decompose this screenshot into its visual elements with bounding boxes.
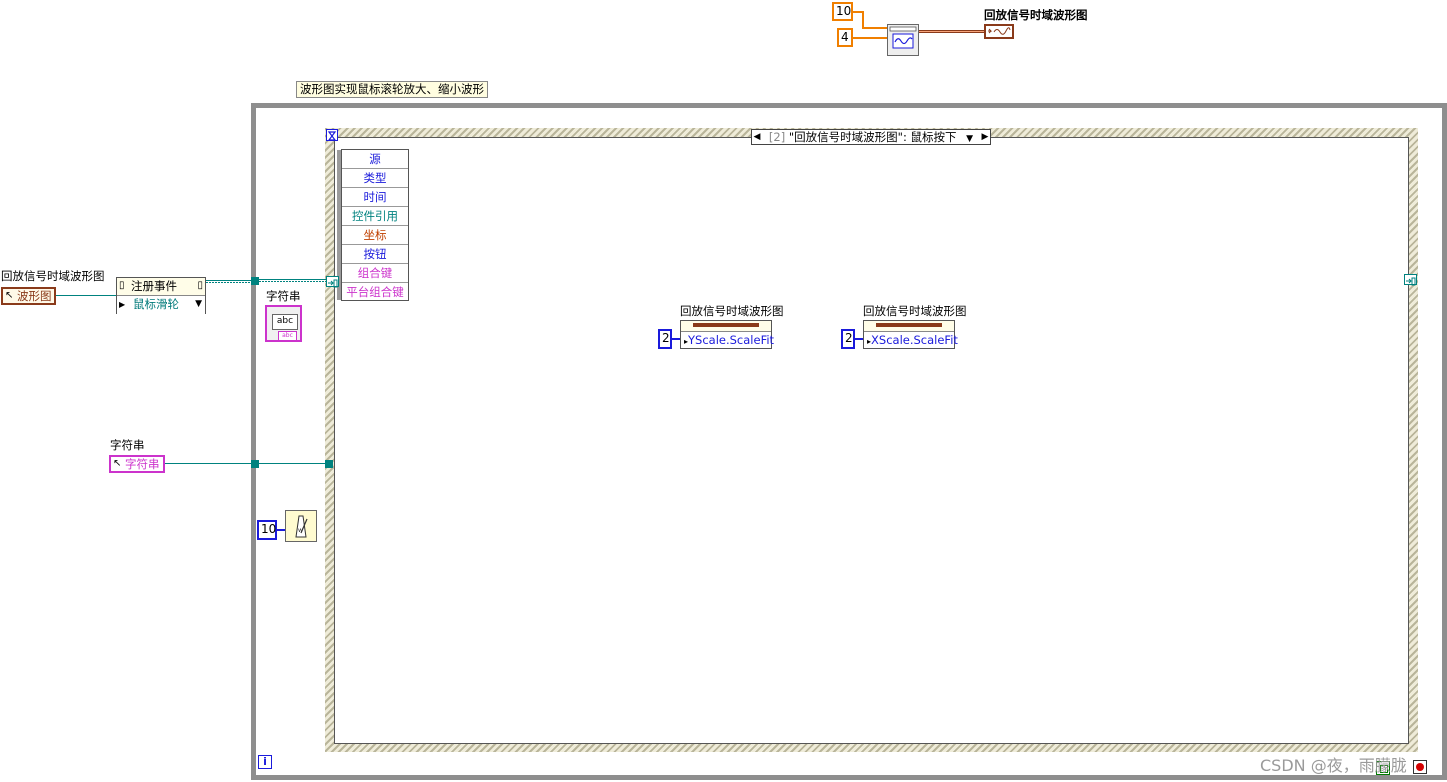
- property-node-header: [681, 321, 771, 332]
- event-data-item[interactable]: 坐标: [342, 226, 408, 245]
- property-name: XScale.ScaleFit: [871, 333, 958, 347]
- wire: [862, 27, 888, 29]
- increment-icon[interactable]: ▶: [980, 130, 990, 144]
- waveform-reference-terminal[interactable]: ↖ 波形图: [1, 287, 56, 305]
- wire: [855, 338, 863, 340]
- event-data-item[interactable]: 类型: [342, 169, 408, 188]
- dynamic-event-terminal-right[interactable]: [1404, 274, 1417, 286]
- register-events-title: 注册事件: [131, 279, 177, 293]
- register-icon: ▯: [119, 280, 125, 291]
- stop-terminal-icon[interactable]: [1413, 760, 1427, 774]
- wire: [259, 463, 326, 464]
- event-data-item[interactable]: 按钮: [342, 245, 408, 264]
- event-data-node[interactable]: 源类型 时间 控件引用 坐标 按钮 组合键 平台组合键: [337, 149, 409, 302]
- decrement-icon[interactable]: ◀: [752, 130, 762, 144]
- wire: [165, 463, 252, 464]
- string-indicator-label: 字符串: [266, 289, 301, 303]
- property-node-refbar: [876, 323, 942, 327]
- iteration-terminal-icon: i: [258, 755, 272, 769]
- svg-text:w: w: [298, 527, 303, 534]
- comment-label: 波形图实现鼠标滚轮放大、缩小波形: [296, 81, 488, 98]
- property-node[interactable]: ▸YScale.ScaleFit: [680, 320, 775, 349]
- event-data-item[interactable]: 平台组合键: [342, 283, 408, 302]
- event-structure-case: [334, 137, 1409, 744]
- property-node-label: 回放信号时域波形图: [680, 304, 784, 318]
- event-case-selector[interactable]: ◀ [2] "回放信号时域波形图": 鼠标按下 ▼ ▶: [751, 129, 991, 145]
- register-event-name[interactable]: 鼠标滑轮: [133, 297, 179, 311]
- property-node-label: 回放信号时域波形图: [863, 304, 967, 318]
- property-node[interactable]: ▸XScale.ScaleFit: [863, 320, 958, 349]
- wire: [919, 31, 985, 32]
- metronome-wait-icon[interactable]: w: [285, 510, 317, 542]
- dynamic-event-terminal-left[interactable]: [326, 276, 339, 288]
- reference-icon: ↖: [113, 458, 122, 469]
- reference-icon: ↖: [5, 290, 14, 301]
- event-data-item[interactable]: 组合键: [342, 264, 408, 283]
- chevron-down-icon[interactable]: ▼: [966, 134, 973, 144]
- loop-tunnel: [251, 277, 259, 285]
- event-data-item[interactable]: 时间: [342, 188, 408, 207]
- string-term-text: 字符串: [125, 457, 160, 471]
- waveform-control-label: 回放信号时域波形图: [1, 269, 105, 283]
- timeout-terminal-icon[interactable]: [326, 129, 338, 141]
- wire: [853, 37, 888, 39]
- case-index: [2]: [768, 130, 786, 144]
- string-reference-terminal[interactable]: ↖ 字符串: [109, 455, 165, 473]
- abc-small-icon: abc: [278, 331, 297, 341]
- stop-icon: [1416, 763, 1424, 771]
- string-indicator-terminal[interactable]: abc abc: [265, 305, 302, 342]
- event-data-item[interactable]: 控件引用: [342, 207, 408, 226]
- event-data-item[interactable]: 源: [342, 150, 408, 169]
- property-node-header: [864, 321, 954, 332]
- property-node-refbar: [693, 323, 759, 327]
- numeric-constant-4[interactable]: 4: [837, 28, 853, 47]
- abc-icon: abc: [272, 314, 298, 330]
- property-item[interactable]: ▸XScale.ScaleFit: [864, 332, 958, 349]
- case-label: "回放信号时域波形图": 鼠标按下: [788, 130, 957, 144]
- waveform-function-icon[interactable]: [887, 24, 919, 56]
- string-control-label: 字符串: [110, 438, 145, 452]
- scalefit-constant[interactable]: 2: [658, 329, 672, 349]
- numeric-constant-10[interactable]: 10: [832, 2, 853, 21]
- register-events-node[interactable]: ▯ 注册事件 ▯ ▶ 鼠标滑轮 ▼: [116, 277, 206, 314]
- wire: [259, 279, 327, 280]
- wire: [259, 281, 327, 282]
- wire: [672, 338, 680, 340]
- arrow-right-icon: ▶: [119, 300, 126, 309]
- register-icon-right: ▯: [197, 280, 203, 291]
- loop-tunnel: [251, 460, 259, 468]
- wire: [56, 295, 117, 296]
- scalefit-constant[interactable]: 2: [841, 329, 855, 349]
- wire: [206, 280, 254, 281]
- event-tunnel: [325, 460, 333, 468]
- wire: [206, 282, 254, 283]
- chevron-down-icon[interactable]: ▼: [195, 296, 202, 313]
- waveform-term-text: 波形图: [17, 289, 52, 303]
- wait-constant[interactable]: 10: [257, 520, 277, 540]
- waveform-indicator-terminal[interactable]: [984, 24, 1014, 39]
- waveform-indicator-label: 回放信号时域波形图: [984, 8, 1088, 22]
- property-name: YScale.ScaleFit: [688, 333, 775, 347]
- wire: [862, 11, 864, 28]
- watermark-text: CSDN @夜，雨朦胧: [1260, 756, 1407, 775]
- property-item[interactable]: ▸YScale.ScaleFit: [681, 332, 775, 349]
